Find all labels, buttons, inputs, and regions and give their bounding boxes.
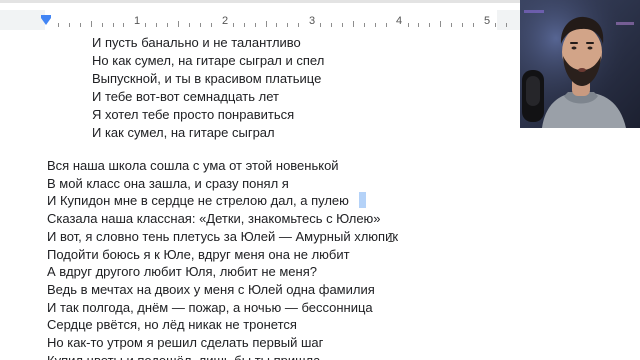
lyric-line[interactable]: Сказала наша классная: «Детки, знакомьте… [47, 210, 381, 227]
ruler-tick [364, 23, 365, 27]
ruler-tick [178, 21, 179, 27]
lyric-line[interactable]: Ведь в мечтах на двоих у меня с Юлей одн… [47, 281, 375, 298]
ruler-tick [408, 23, 409, 27]
ruler-tick [451, 23, 452, 27]
ruler-tick [255, 23, 256, 27]
ruler-tick [429, 23, 430, 27]
lyric-line[interactable]: А вдруг другого любит Юля, любит не меня… [47, 263, 317, 280]
ruler-tick [353, 21, 354, 27]
ruler-tick [495, 23, 496, 27]
lyric-line[interactable]: Сердце рвётся, но лёд никак не тронется [47, 316, 297, 333]
lyric-line[interactable]: И вот, я словно тень плетусь за Юлей — А… [47, 228, 398, 245]
ruler-number: 4 [396, 15, 403, 27]
lyric-line[interactable]: Купил цветы и подошёл, лишь бы ты пришла [47, 352, 320, 360]
ruler-tick [233, 23, 234, 27]
lyric-line[interactable]: Вся наша школа сошла с ума от этой новен… [47, 157, 339, 174]
ruler-tick [287, 23, 288, 27]
ruler-tick [156, 23, 157, 27]
lyric-line[interactable]: И тебе вот-вот семнадцать лет [92, 88, 279, 105]
ruler-tick [244, 23, 245, 27]
ruler-tick [80, 23, 81, 27]
presenter-video [520, 0, 640, 128]
toolbar-edge [0, 0, 520, 3]
ruler-tick [167, 23, 168, 27]
ruler-tick [506, 23, 507, 27]
lyric-line[interactable]: Но как сумел, на гитаре сыграл и спел [92, 52, 324, 69]
ruler-tick [276, 23, 277, 27]
ruler-left-margin [0, 10, 45, 30]
ruler-tick [123, 23, 124, 27]
first-line-indent-marker-icon[interactable] [41, 18, 51, 25]
ruler-tick [200, 23, 201, 27]
document-page[interactable]: И пусть банально и не талантливо Но как … [0, 34, 520, 360]
ruler-tick [375, 23, 376, 27]
lyric-line[interactable]: Я хотел тебе просто понравиться [92, 106, 294, 123]
ruler-number: 1 [134, 15, 141, 27]
ruler-tick [211, 23, 212, 27]
ruler-number: 2 [222, 15, 229, 27]
ruler-tick [320, 23, 321, 27]
lyric-line[interactable]: Выпускной, и ты в красивом платьице [92, 70, 321, 87]
ruler-number: 3 [309, 15, 316, 27]
ruler-tick [418, 23, 419, 27]
lyric-line[interactable]: В мой класс она зашла, и сразу понял я [47, 175, 289, 192]
ruler-tick [58, 23, 59, 27]
text-cursor-icon [388, 233, 394, 242]
ruler-tick [331, 23, 332, 27]
ruler-tick [298, 23, 299, 27]
ruler-tick [69, 23, 70, 27]
webcam-overlay [520, 0, 640, 128]
ruler-number: 5 [484, 15, 491, 27]
ruler-tick [91, 21, 92, 27]
ruler-tick [462, 23, 463, 27]
ruler-tick [266, 21, 267, 27]
lyric-line[interactable]: И как сумел, на гитаре сыграл [92, 124, 275, 141]
lyric-line[interactable]: И Купидон мне в сердце не стрелою дал, а… [47, 192, 349, 209]
lyric-line[interactable]: Подойти боюсь я к Юле, вдруг меня она не… [47, 246, 350, 263]
ruler-right-margin [497, 10, 520, 30]
lyric-line[interactable]: Но как-то утром я решил сделать первый ш… [47, 334, 323, 351]
ruler-tick [440, 21, 441, 27]
ruler-tick [145, 23, 146, 27]
ruler-tick [473, 23, 474, 27]
ruler-tick [113, 23, 114, 27]
lyric-line[interactable]: И пусть банально и не талантливо [92, 34, 301, 51]
text-selection-highlight [359, 192, 366, 208]
ruler-tick [386, 23, 387, 27]
ruler-tick [189, 23, 190, 27]
ruler-tick [342, 23, 343, 27]
ruler-tick [102, 23, 103, 27]
horizontal-ruler[interactable]: 1 2 3 4 5 [0, 0, 520, 34]
lyric-line[interactable]: И так полгода, днём — пожар, а ночью — б… [47, 299, 373, 316]
